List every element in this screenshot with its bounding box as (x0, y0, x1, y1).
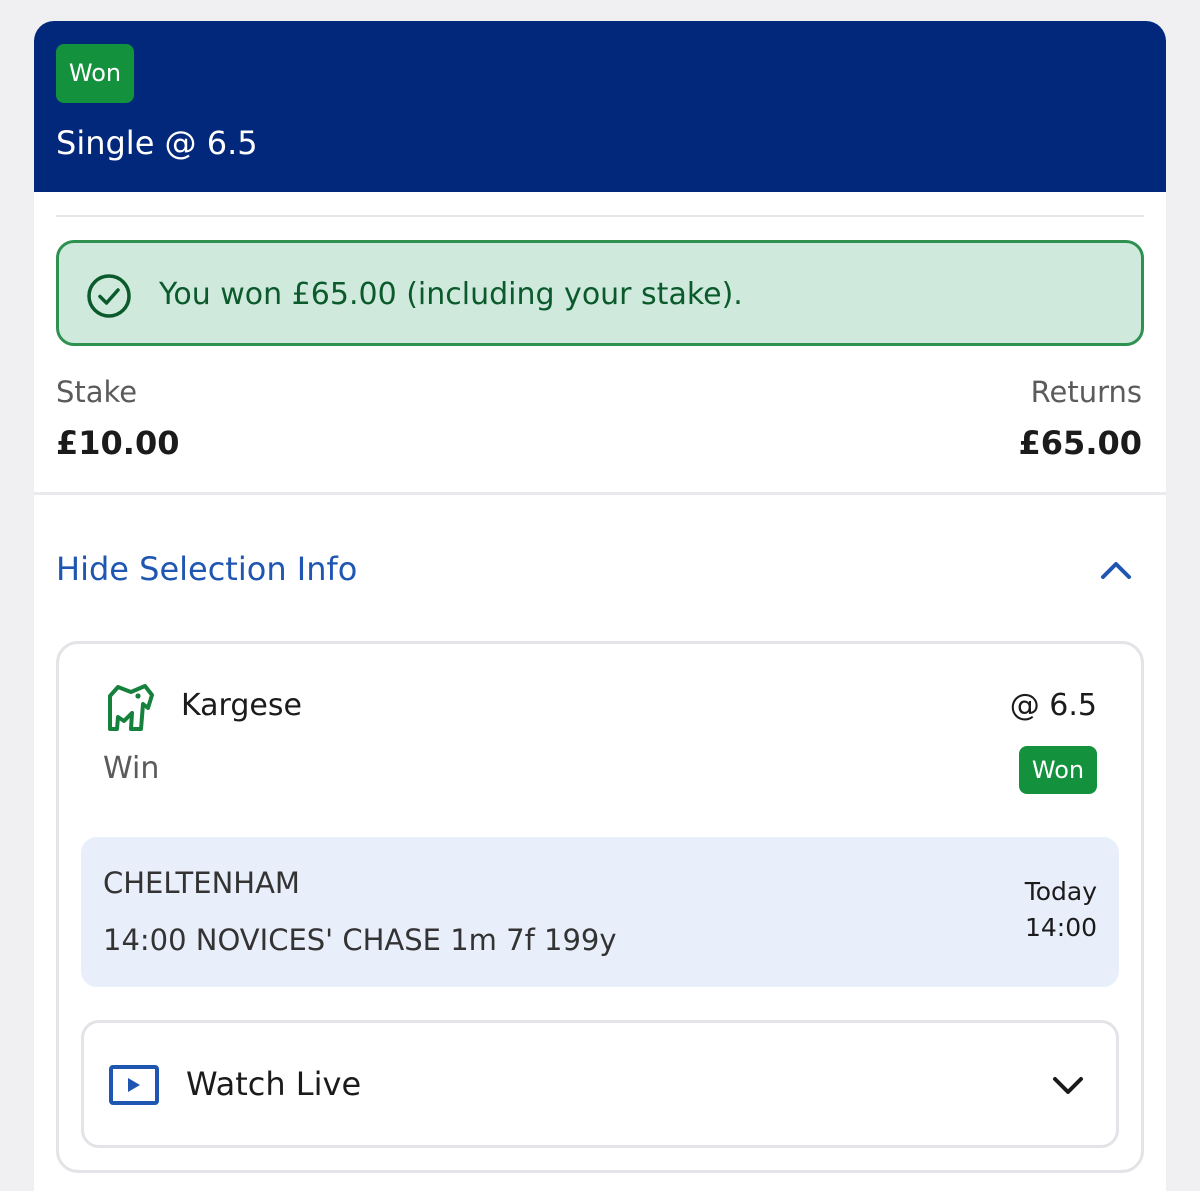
bet-card: Won Single @ 6.5 You won £65.00 (includi… (34, 21, 1166, 1191)
stake-value: £10.00 (56, 424, 180, 462)
win-message: You won £65.00 (including your stake). (159, 277, 743, 312)
bet-title: Single @ 6.5 (56, 124, 258, 162)
hide-selection-info-link[interactable]: Hide Selection Info (56, 547, 357, 591)
divider (56, 215, 1144, 217)
watch-live-label: Watch Live (186, 1065, 362, 1103)
status-badge: Won (56, 44, 134, 103)
check-circle-icon (87, 274, 131, 318)
divider (34, 492, 1166, 495)
horse-silk-icon (108, 684, 154, 731)
race-info: CHELTENHAM 14:00 NOVICES' CHASE 1m 7f 19… (81, 837, 1119, 987)
race-time: 14:00 (1024, 913, 1097, 942)
play-icon (109, 1065, 159, 1105)
chevron-down-icon (1053, 1077, 1083, 1094)
race-name: 14:00 NOVICES' CHASE 1m 7f 199y (103, 923, 617, 957)
chevron-up-icon[interactable] (1096, 555, 1136, 585)
selection-status-badge: Won (1019, 746, 1097, 794)
race-day: Today (1024, 877, 1097, 906)
watch-live-button[interactable]: Watch Live (81, 1020, 1119, 1148)
win-banner: You won £65.00 (including your stake). (56, 240, 1144, 346)
race-venue: CHELTENHAM (103, 866, 300, 900)
bet-header: Won Single @ 6.5 (34, 21, 1166, 192)
stake-label: Stake (56, 375, 138, 409)
runner-name: Kargese (181, 688, 302, 723)
returns-value: £65.00 (1018, 424, 1142, 462)
returns-label: Returns (1030, 375, 1142, 409)
bet-type: Win (103, 751, 160, 786)
selection-odds: @ 6.5 (1009, 688, 1097, 723)
selection-card: Kargese @ 6.5 Win Won CHELTENHAM 14:00 N… (56, 641, 1144, 1173)
